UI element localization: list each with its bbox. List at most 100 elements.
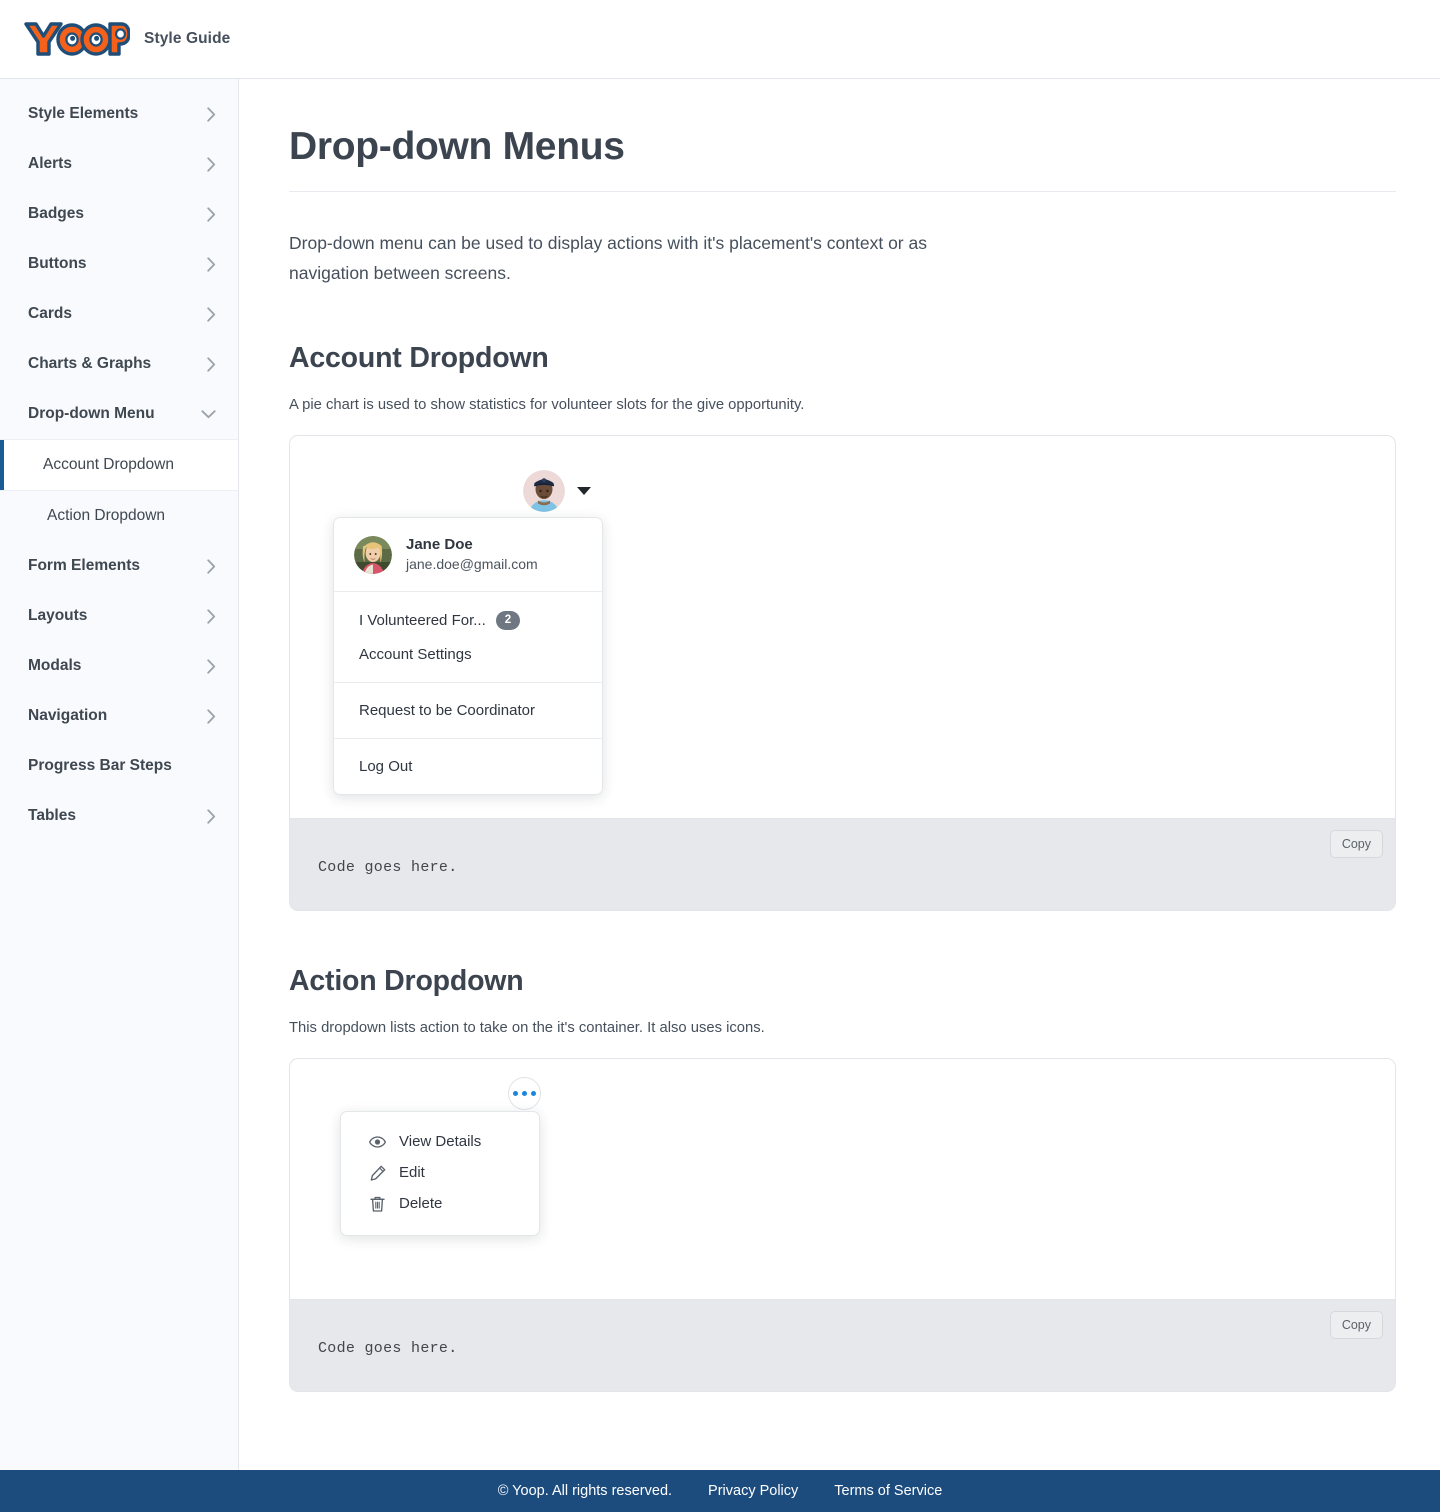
chevron-right-icon [207, 708, 216, 724]
main-content: Drop-down Menus Drop-down menu can be us… [239, 79, 1440, 1470]
menu-item-label: View Details [399, 1133, 482, 1151]
sidebar-item-label: Buttons [28, 255, 87, 272]
avatar [354, 535, 392, 574]
sidebar-subitem-label: Account Dropdown [43, 456, 174, 473]
caret-down-icon [577, 487, 591, 496]
chevron-right-icon [207, 206, 216, 222]
footer-copyright: © Yoop. All rights reserved. [497, 1483, 673, 1499]
sidebar-item-navigation[interactable]: Navigation [0, 691, 238, 741]
menu-item-i-volunteered-for[interactable]: I Volunteered For... 2 [334, 603, 602, 638]
account-name: Jane Doe [406, 536, 473, 554]
sidebar-item-label: Tables [28, 807, 76, 824]
sidebar-item-badges[interactable]: Badges [0, 189, 238, 239]
menu-item-label: Log Out [359, 757, 413, 775]
menu-item-label: Account Settings [359, 645, 472, 663]
sidebar-item-label: Charts & Graphs [28, 355, 152, 372]
sidebar-item-cards[interactable]: Cards [0, 289, 238, 339]
code-text: Code goes here. [318, 1340, 458, 1358]
example-card-account-dropdown: Jane Doe jane.doe@gmail.com I Volunteere… [289, 435, 1396, 912]
menu-item-edit[interactable]: Edit [341, 1157, 539, 1188]
menu-item-delete[interactable]: Delete [341, 1188, 539, 1219]
menu-item-label: Delete [399, 1195, 443, 1213]
menu-item-label: I Volunteered For... [359, 612, 486, 630]
account-menu-group: Log Out [334, 739, 602, 794]
chevron-right-icon [207, 306, 216, 322]
footer-link-terms-of-service[interactable]: Terms of Service [834, 1483, 942, 1499]
sidebar-subitem-label: Action Dropdown [47, 506, 166, 524]
chevron-right-icon [207, 808, 216, 824]
sidebar-item-label: Form Elements [28, 557, 140, 574]
sidebar-item-label: Alerts [28, 155, 72, 172]
footer-link-privacy-policy[interactable]: Privacy Policy [708, 1483, 798, 1499]
chevron-right-icon [207, 658, 216, 674]
sidebar-item-label: Badges [28, 205, 84, 222]
pencil-icon [369, 1164, 386, 1181]
example-stage: View Details Edit Delete [290, 1059, 1395, 1299]
sidebar-item-progress-bar-steps[interactable]: Progress Bar Steps [0, 741, 238, 791]
action-dropdown-menu: View Details Edit Delete [340, 1111, 540, 1237]
copy-button[interactable]: Copy [1329, 1311, 1383, 1340]
account-email: jane.doe@gmail.com [406, 556, 538, 573]
action-dropdown-trigger[interactable] [508, 1077, 541, 1111]
sidebar-item-form-elements[interactable]: Form Elements [0, 541, 238, 591]
sidebar-item-label: Style Elements [28, 105, 139, 122]
sidebar-item-label: Layouts [28, 607, 88, 624]
sidebar-item-style-elements[interactable]: Style Elements [0, 89, 238, 139]
sidebar-item-layouts[interactable]: Layouts [0, 591, 238, 641]
trash-icon [369, 1195, 386, 1212]
eye-icon [369, 1133, 386, 1150]
sidebar-item-tables[interactable]: Tables [0, 791, 238, 841]
page-footer: © Yoop. All rights reserved. Privacy Pol… [0, 1470, 1440, 1512]
menu-item-label: Request to be Coordinator [359, 701, 535, 719]
account-dropdown-header: Jane Doe jane.doe@gmail.com [334, 518, 602, 593]
account-dropdown-trigger[interactable] [523, 470, 591, 513]
sidebar-subnav: Account Dropdown [0, 439, 238, 491]
sidebar-item-account-dropdown[interactable]: Account Dropdown [0, 440, 238, 490]
sidebar-item-label: Cards [28, 305, 72, 322]
sidebar-item-buttons[interactable]: Buttons [0, 239, 238, 289]
sidebar-item-label: Modals [28, 657, 82, 674]
style-guide-page: Style Guide Style Elements Alerts Badges… [0, 0, 1440, 1512]
chevron-right-icon [207, 106, 216, 122]
menu-item-account-settings[interactable]: Account Settings [334, 638, 602, 671]
ellipsis-horizontal-icon [513, 1091, 536, 1097]
sidebar-item-label: Drop-down Menu [28, 405, 155, 422]
menu-item-label: Edit [399, 1164, 425, 1182]
menu-item-request-to-be-coordinator[interactable]: Request to be Coordinator [334, 694, 602, 727]
yoop-logo-icon [24, 22, 130, 56]
account-menu-group: Request to be Coordinator [334, 683, 602, 739]
sidebar-item-alerts[interactable]: Alerts [0, 139, 238, 189]
sidebar-item-drop-down-menu[interactable]: Drop-down Menu [0, 389, 238, 439]
status-badge: 2 [495, 611, 521, 630]
code-text: Code goes here. [318, 859, 458, 877]
chevron-right-icon [207, 558, 216, 574]
sidebar-item-action-dropdown[interactable]: Action Dropdown [0, 491, 238, 541]
chevron-down-icon [201, 409, 216, 419]
body-split: Style Elements Alerts Badges Buttons Car… [0, 79, 1440, 1470]
account-menu-group: I Volunteered For... 2 Account Settings [334, 592, 602, 683]
menu-item-log-out[interactable]: Log Out [334, 750, 602, 783]
sidebar-nav: Style Elements Alerts Badges Buttons Car… [0, 79, 239, 1470]
code-block: Copy Code goes here. [290, 1299, 1395, 1392]
section-heading-action-dropdown: Action Dropdown [289, 965, 524, 998]
brand[interactable]: Style Guide [22, 17, 230, 61]
section-heading-account-dropdown: Account Dropdown [289, 342, 549, 375]
page-title: Drop-down Menus [289, 125, 1396, 192]
section-description-account-dropdown: A pie chart is used to show statistics f… [289, 397, 805, 414]
code-block: Copy Code goes here. [290, 818, 1395, 911]
sidebar-item-label: Progress Bar Steps [28, 757, 172, 774]
page-intro: Drop-down menu can be used to display ac… [289, 233, 927, 284]
avatar [523, 470, 565, 513]
chevron-right-icon [207, 608, 216, 624]
copy-button[interactable]: Copy [1329, 830, 1383, 859]
account-dropdown-menu: Jane Doe jane.doe@gmail.com I Volunteere… [333, 517, 603, 795]
chevron-right-icon [207, 356, 216, 372]
example-card-action-dropdown: View Details Edit Delete Copy Code goes … [289, 1058, 1396, 1393]
account-identity: Jane Doe jane.doe@gmail.com [406, 535, 538, 574]
chevron-right-icon [207, 156, 216, 172]
example-stage: Jane Doe jane.doe@gmail.com I Volunteere… [290, 436, 1395, 818]
sidebar-item-modals[interactable]: Modals [0, 641, 238, 691]
menu-item-view-details[interactable]: View Details [341, 1126, 539, 1157]
sidebar-item-charts-and-graphs[interactable]: Charts & Graphs [0, 339, 238, 389]
app-header: Style Guide [0, 0, 1440, 79]
